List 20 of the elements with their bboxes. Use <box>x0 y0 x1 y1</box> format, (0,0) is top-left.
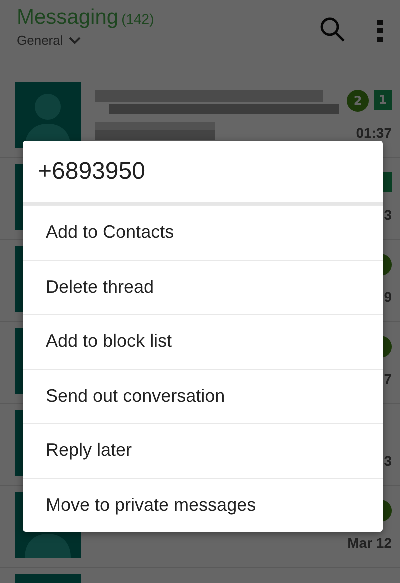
menu-item[interactable]: Delete thread <box>23 260 383 314</box>
menu-item[interactable]: Add to Contacts <box>23 205 383 260</box>
menu-item[interactable]: Send out conversation <box>23 368 383 423</box>
thread-time: 3 <box>384 453 392 469</box>
more-options-icon[interactable] <box>376 18 384 44</box>
menu-title: +6893950 <box>23 141 383 205</box>
chevron-down-icon <box>69 36 82 44</box>
search-icon[interactable] <box>320 17 346 43</box>
thread-time: 3 <box>384 207 392 223</box>
thread-time: 01:37 <box>356 125 392 141</box>
menu-item[interactable]: Reply later <box>23 423 383 478</box>
new-count-badge: 1 <box>374 90 392 110</box>
thread-time: Mar 12 <box>348 535 392 551</box>
app-title: Messaging <box>17 6 119 30</box>
unread-count-badge: 2 <box>347 90 369 112</box>
thread-time: 9 <box>384 289 392 305</box>
menu-item[interactable]: Add to block list <box>23 314 383 368</box>
menu-item[interactable]: Move to private messages <box>23 478 383 532</box>
thread-time: 7 <box>384 371 392 387</box>
message-count: (142) <box>122 11 154 27</box>
